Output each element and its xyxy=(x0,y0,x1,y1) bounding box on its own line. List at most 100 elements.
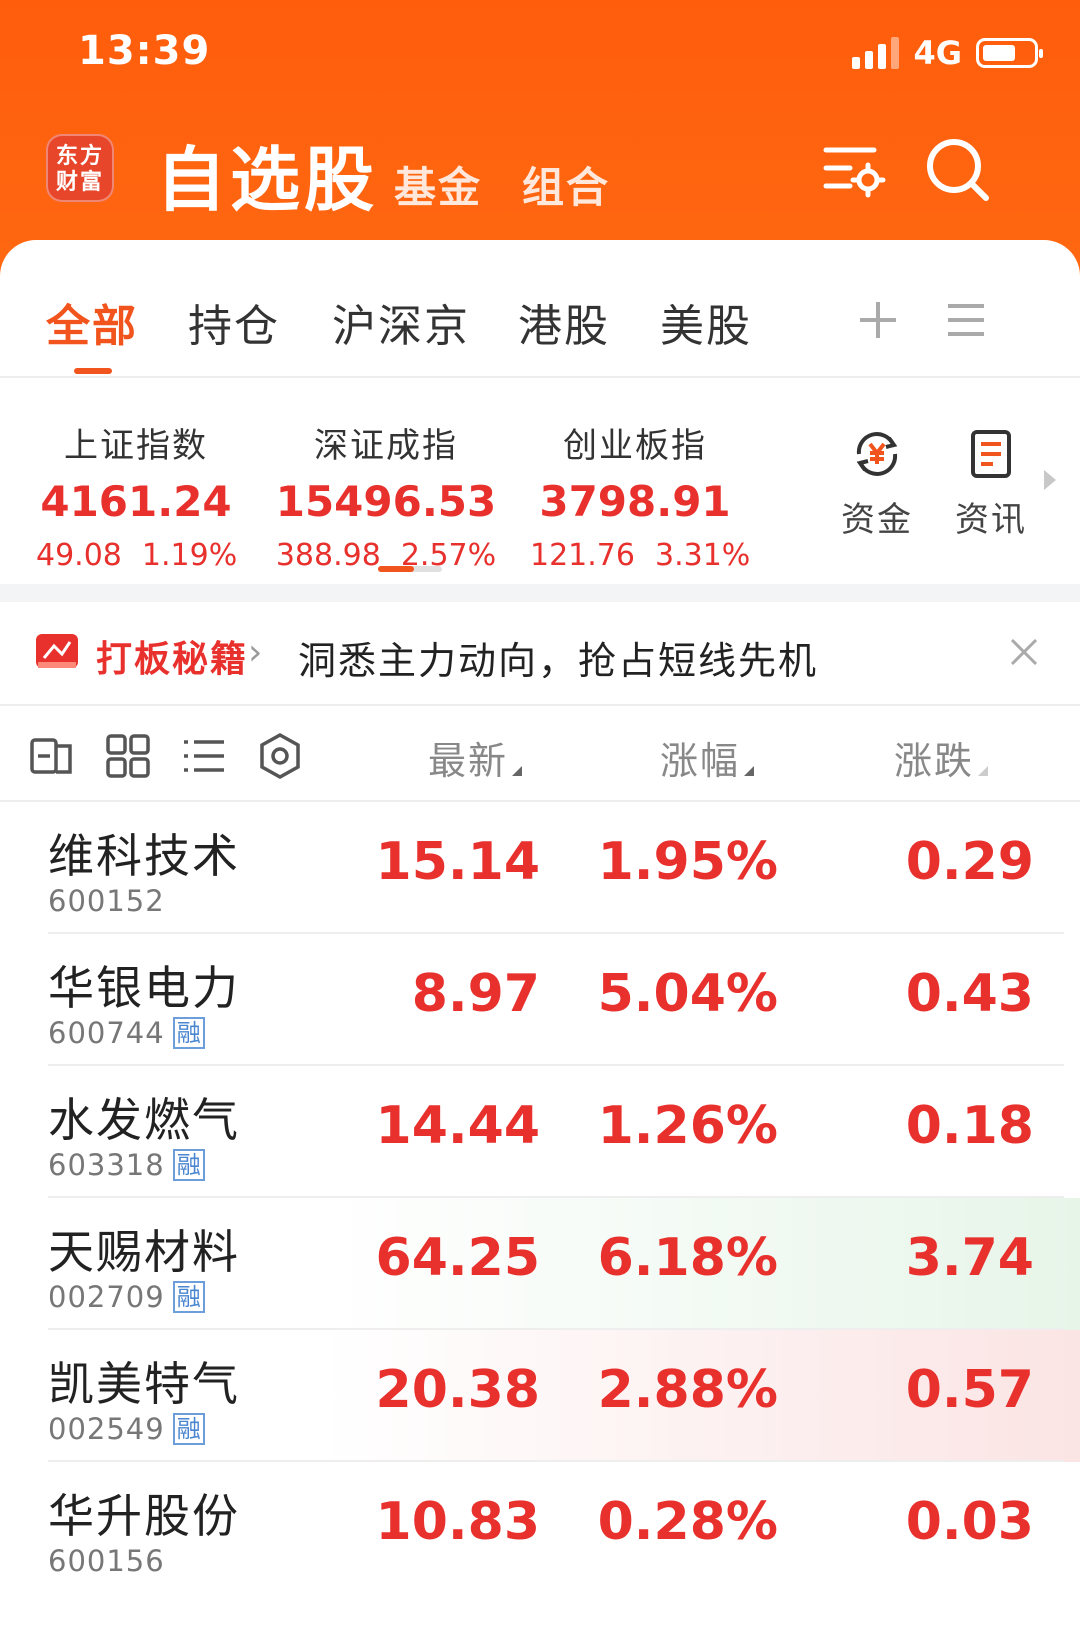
column-change[interactable]: 涨跌 xyxy=(894,730,989,785)
stock-change-pct: 1.26% xyxy=(597,1096,778,1156)
stock-change-pct: 2.88% xyxy=(597,1360,778,1420)
stock-row[interactable]: 天赐材料 002709 融 64.25 6.18% 3.74 xyxy=(0,1198,1080,1330)
tab-us[interactable]: 美股 xyxy=(660,290,752,354)
margin-tag: 融 xyxy=(172,1281,205,1313)
fund-flow-icon xyxy=(856,432,898,476)
stock-price: 8.97 xyxy=(411,964,540,1024)
stock-price: 15.14 xyxy=(375,832,540,892)
news-label: 资讯 xyxy=(955,500,1027,540)
group-tabs: 全部 持仓 沪深京 港股 美股 xyxy=(0,240,1080,378)
stock-code-value: 600152 xyxy=(48,884,165,918)
stock-code: 600152 xyxy=(48,884,165,918)
stock-change: 3.74 xyxy=(905,1228,1034,1288)
stock-change-pct: 6.18% xyxy=(597,1228,778,1288)
column-latest[interactable]: 最新 xyxy=(428,730,523,785)
app-logo: 东方财富 xyxy=(46,134,114,202)
column-change-label: 涨跌 xyxy=(894,739,975,783)
stock-change-pct: 5.04% xyxy=(597,964,778,1024)
list-view-icon[interactable] xyxy=(180,732,228,780)
stock-name: 凯美特气 xyxy=(48,1357,240,1411)
scroll-right-icon[interactable] xyxy=(1044,470,1056,490)
promo-brand: 打板秘籍 xyxy=(96,639,249,680)
stock-row[interactable]: 凯美特气 002549 融 20.38 2.88% 0.57 xyxy=(0,1330,1080,1462)
stock-change: 0.18 xyxy=(905,1096,1034,1156)
index-chinext[interactable]: 创业板指 3798.91 121.76 3.31% xyxy=(530,418,750,573)
sort-icon xyxy=(744,766,755,776)
index-change: 49.08 1.19% xyxy=(36,538,237,573)
index-name: 创业板指 xyxy=(563,426,707,466)
index-value: 15496.53 xyxy=(275,477,497,526)
index-scroll-indicator xyxy=(378,566,442,572)
stock-row[interactable]: 华银电力 600744 融 8.97 5.04% 0.43 xyxy=(0,934,1080,1066)
tab-holdings[interactable]: 持仓 xyxy=(188,290,280,354)
promo-banner[interactable]: 打板秘籍 › 洞悉主力动向，抢占短线先机 xyxy=(0,602,1080,706)
stock-code-value: 600744 xyxy=(48,1016,165,1050)
stock-code: 002549 融 xyxy=(48,1412,205,1446)
stock-change: 0.57 xyxy=(905,1360,1034,1420)
stock-row[interactable]: 维科技术 600152 15.14 1.95% 0.29 xyxy=(0,802,1080,934)
page-title[interactable]: 自选股 xyxy=(156,124,378,225)
stock-code-value: 002549 xyxy=(48,1412,165,1446)
index-change: 121.76 3.31% xyxy=(530,538,750,573)
stock-change: 0.29 xyxy=(905,832,1034,892)
stock-change-pct: 0.28% xyxy=(597,1492,778,1552)
stock-price: 10.83 xyxy=(375,1492,540,1552)
stock-price: 20.38 xyxy=(375,1360,540,1420)
column-latest-label: 最新 xyxy=(428,739,509,783)
stock-change: 0.03 xyxy=(905,1492,1034,1552)
fund-flow-label: 资金 xyxy=(841,500,913,540)
index-name: 上证指数 xyxy=(64,426,208,466)
index-value: 3798.91 xyxy=(539,477,731,526)
column-change-pct-label: 涨幅 xyxy=(660,739,741,783)
network-label: 4G xyxy=(913,34,962,72)
status-indicators: 4G xyxy=(852,34,1043,72)
stock-row[interactable]: 水发燃气 603318 融 14.44 1.26% 0.18 xyxy=(0,1066,1080,1198)
tab-all[interactable]: 全部 xyxy=(46,290,138,354)
stock-change-pct: 1.95% xyxy=(597,832,778,892)
margin-tag: 融 xyxy=(172,1017,205,1049)
promo-badge-icon xyxy=(36,634,78,668)
stock-code: 600156 xyxy=(48,1544,165,1578)
stock-code-value: 600156 xyxy=(48,1544,165,1578)
tab-portfolio[interactable]: 组合 xyxy=(522,154,610,215)
stock-name: 华银电力 xyxy=(48,961,240,1015)
section-divider xyxy=(0,584,1080,602)
column-change-pct[interactable]: 涨幅 xyxy=(660,730,755,785)
grid-view-icon[interactable] xyxy=(104,732,152,780)
search-icon[interactable] xyxy=(924,136,994,206)
index-change-points: 49.08 xyxy=(36,538,122,573)
settings-icon[interactable] xyxy=(256,732,304,780)
index-shanghai[interactable]: 上证指数 4161.24 49.08 1.19% xyxy=(36,418,237,573)
stock-code-value: 603318 xyxy=(48,1148,165,1182)
tab-fund[interactable]: 基金 xyxy=(394,154,482,215)
sort-icon xyxy=(978,766,989,776)
news-button[interactable]: 资讯 xyxy=(946,426,1036,541)
index-change-points: 388.98 xyxy=(275,538,381,573)
stock-name: 水发燃气 xyxy=(48,1093,240,1147)
index-value: 4161.24 xyxy=(40,477,232,526)
index-change-points: 121.76 xyxy=(530,538,635,573)
watchlist-settings-icon[interactable] xyxy=(818,136,888,206)
index-shenzhen[interactable]: 深证成指 15496.53 388.98 2.57% xyxy=(268,418,504,573)
signal-icon xyxy=(852,37,900,69)
stock-price: 64.25 xyxy=(375,1228,540,1288)
watchlist-card: 全部 持仓 沪深京 港股 美股 上证指数 4161.24 49.08 1.19% … xyxy=(0,240,1080,1643)
stock-code: 600744 融 xyxy=(48,1016,205,1050)
stock-code-value: 002709 xyxy=(48,1280,165,1314)
index-change-pct: 3.31% xyxy=(654,538,751,573)
add-icon[interactable] xyxy=(856,298,900,342)
active-tab-indicator xyxy=(74,368,112,374)
tab-hk[interactable]: 港股 xyxy=(518,290,610,354)
stock-price: 14.44 xyxy=(375,1096,540,1156)
stock-name: 华升股份 xyxy=(48,1489,240,1543)
card-view-icon[interactable] xyxy=(28,732,76,780)
stock-name: 天赐材料 xyxy=(48,1225,240,1279)
margin-tag: 融 xyxy=(172,1149,205,1181)
close-icon[interactable] xyxy=(1004,632,1044,672)
news-icon xyxy=(971,430,1011,478)
tab-sh-sz-bj[interactable]: 沪深京 xyxy=(332,290,470,354)
battery-icon xyxy=(976,38,1043,68)
menu-icon[interactable] xyxy=(944,298,988,342)
stock-row[interactable]: 华升股份 600156 10.83 0.28% 0.03 xyxy=(0,1462,1080,1594)
fund-flow-button[interactable]: 资金 xyxy=(832,426,922,541)
